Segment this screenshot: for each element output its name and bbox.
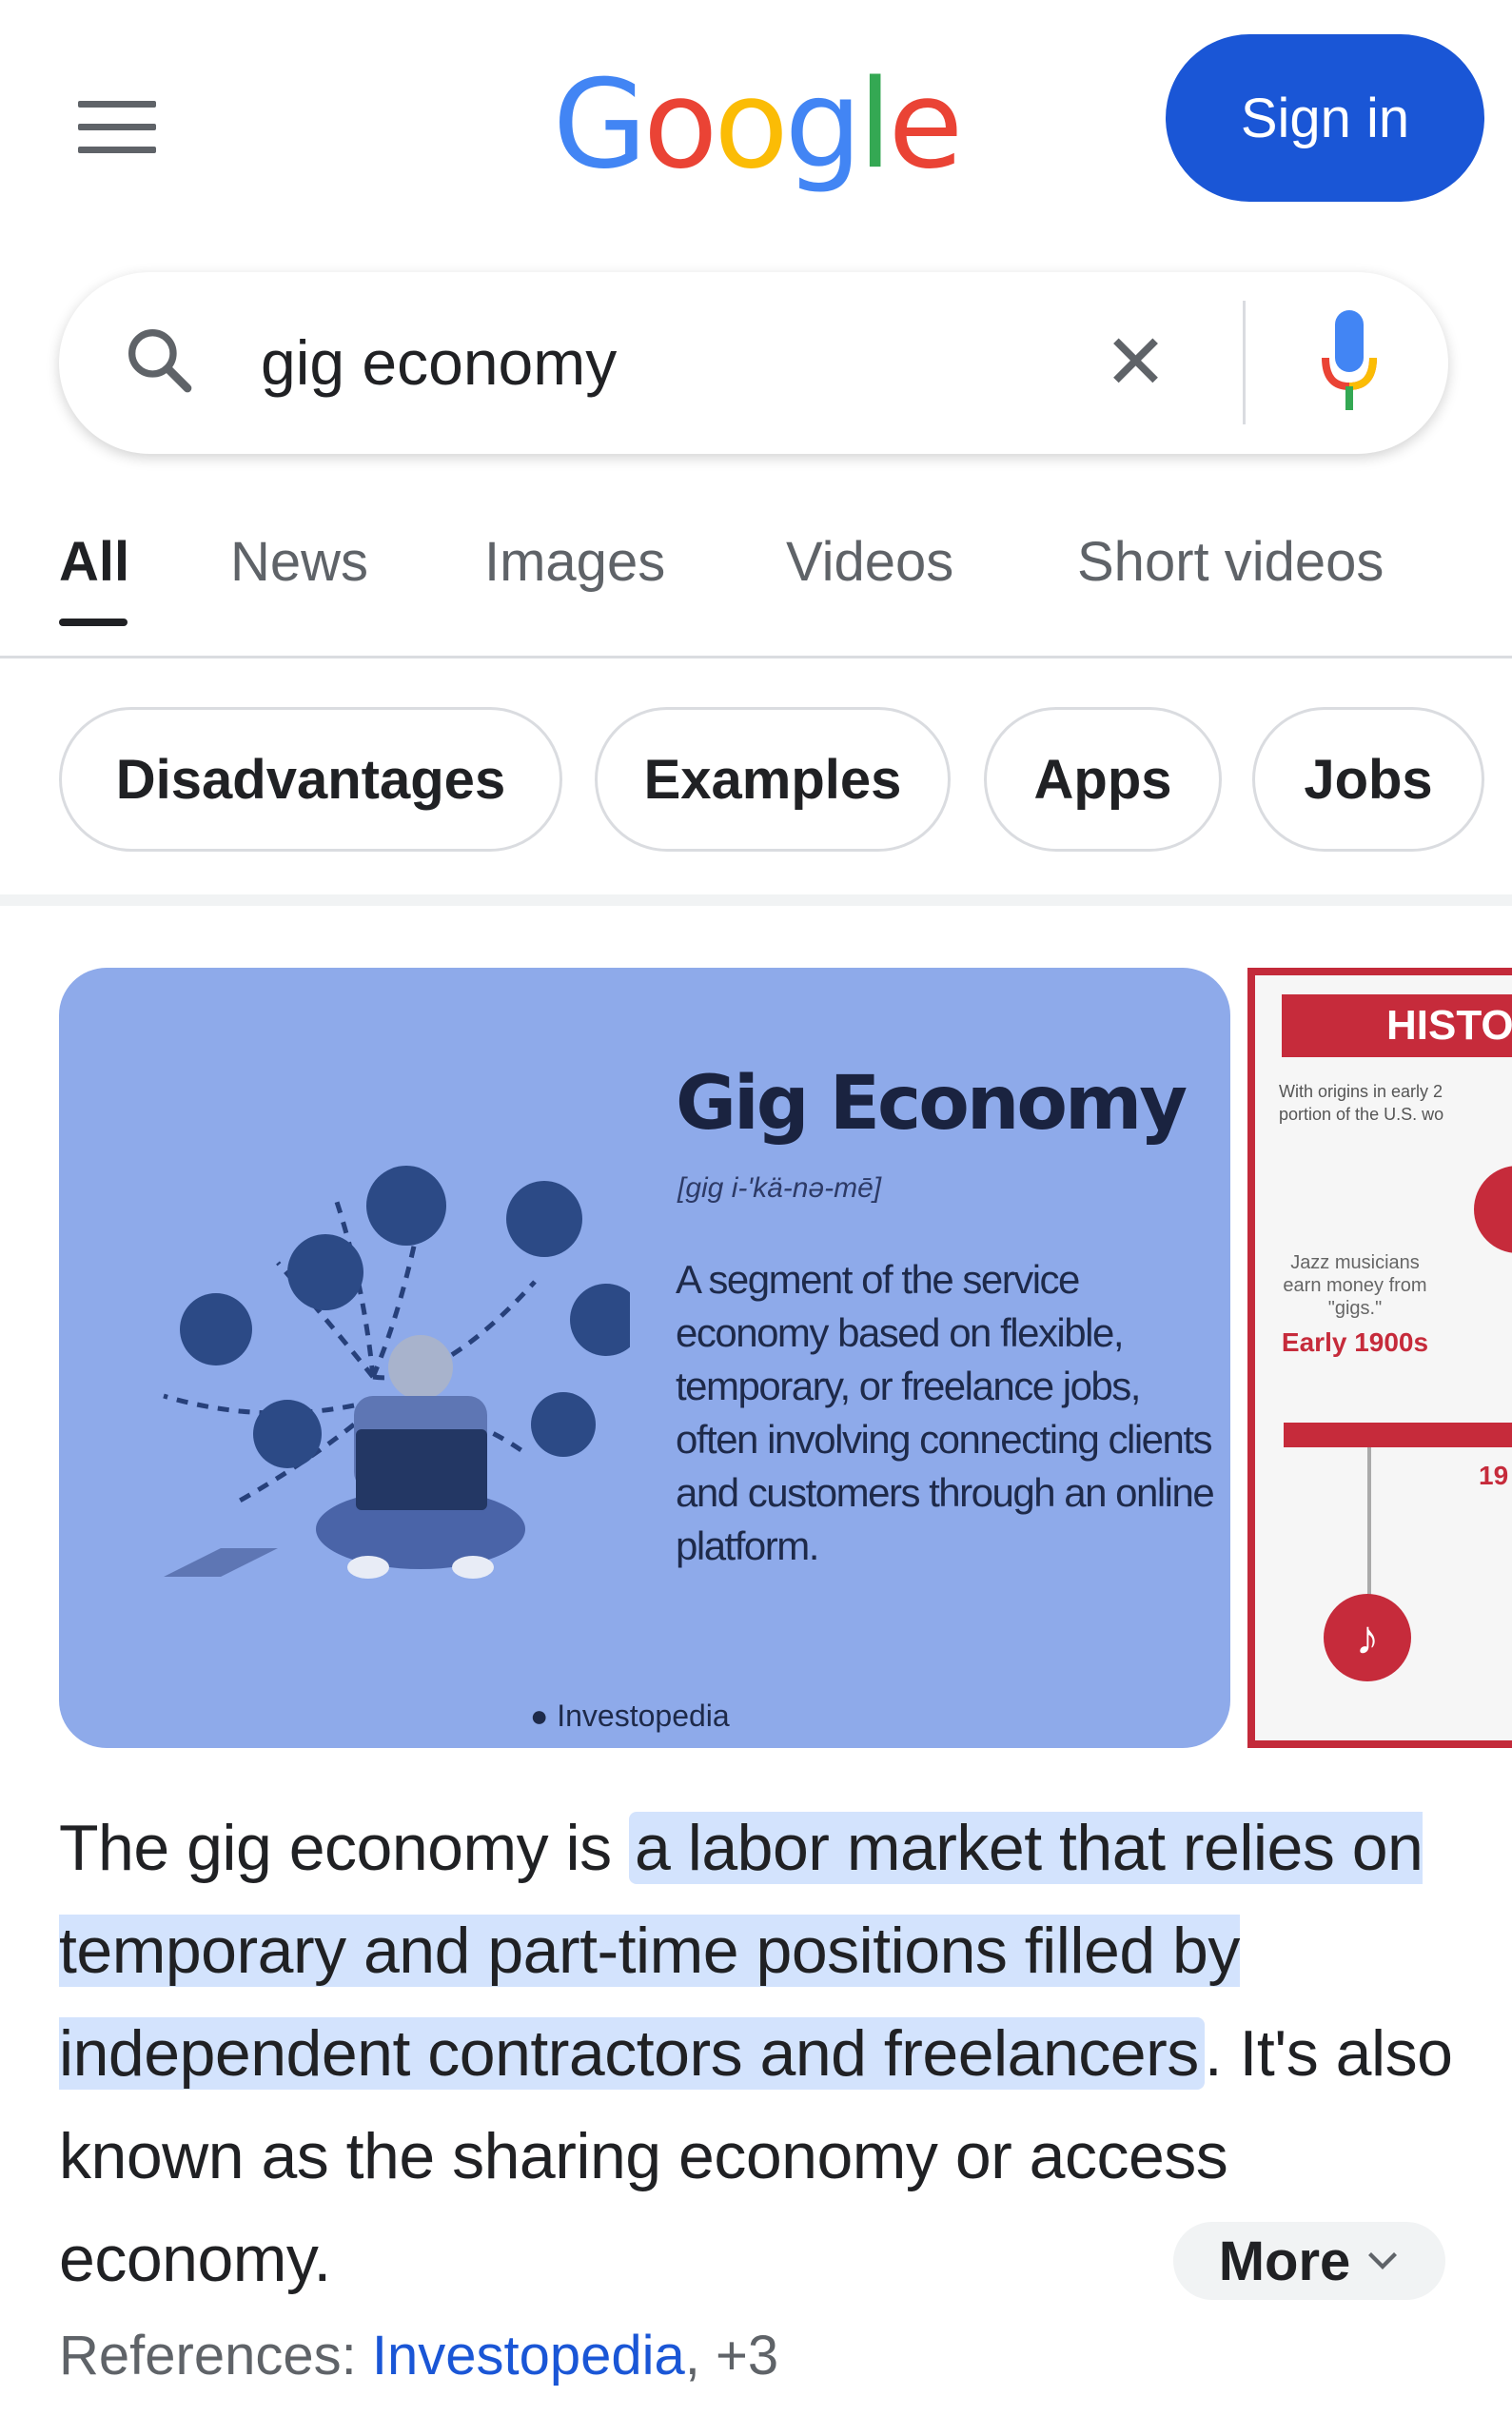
- search-icon[interactable]: [121, 322, 197, 398]
- section-divider: [0, 894, 1512, 906]
- close-icon[interactable]: ✕: [1104, 320, 1168, 405]
- image-source: ● Investopedia: [530, 1699, 730, 1733]
- active-tab-indicator: [59, 619, 128, 626]
- infographic-era: Early 1900s: [1281, 1327, 1429, 1357]
- infographic-heading: HISTO: [1282, 994, 1512, 1057]
- freelancer-illustration: [163, 1166, 630, 1579]
- tab-videos[interactable]: Videos: [786, 528, 953, 597]
- image-history-infographic[interactable]: HISTO With origins in early 2 portion of …: [1247, 968, 1512, 1748]
- microphone-icon[interactable]: [1321, 310, 1378, 415]
- reference-link-investopedia[interactable]: Investopedia: [372, 2325, 685, 2387]
- more-references[interactable]: , +3: [685, 2325, 778, 2387]
- infographic-caption: Jazz musicians earn money from "gigs.": [1283, 1252, 1427, 1319]
- more-button[interactable]: More: [1173, 2222, 1445, 2300]
- timeline-bar: [1284, 1423, 1512, 1447]
- search-input[interactable]: gig economy: [261, 320, 617, 405]
- tab-news[interactable]: News: [230, 528, 368, 597]
- chip-jobs[interactable]: Jobs: [1252, 707, 1484, 852]
- person-icon: [1474, 1166, 1512, 1253]
- chevron-down-icon: [1368, 2252, 1398, 2269]
- divider: [0, 656, 1512, 658]
- tab-short-videos[interactable]: Short videos: [1077, 528, 1384, 597]
- sign-in-button[interactable]: Sign in: [1166, 34, 1484, 202]
- saxophone-icon: ♪: [1324, 1594, 1411, 1681]
- divider: [1243, 301, 1246, 424]
- chip-examples[interactable]: Examples: [595, 707, 951, 852]
- tab-images[interactable]: Images: [484, 528, 665, 597]
- image-gig-economy[interactable]: Gig Economy [gig i-'kä-nə-mē] A segment …: [59, 968, 1230, 1748]
- infographic-year: 19: [1479, 1461, 1509, 1490]
- image-definition: A segment of the service economy based o…: [676, 1257, 1215, 1568]
- infographic-subtitle: With origins in early 2 portion of the U.…: [1279, 1082, 1444, 1124]
- image-title: Gig Economy: [676, 1061, 1188, 1147]
- timeline-connector: [1367, 1447, 1371, 1600]
- references: References: Investopedia, +3: [59, 2325, 779, 2387]
- tab-all[interactable]: All: [59, 528, 129, 597]
- search-box[interactable]: gig economy ✕: [59, 272, 1448, 454]
- chip-apps[interactable]: Apps: [984, 707, 1222, 852]
- chip-disadvantages[interactable]: Disadvantages: [59, 707, 562, 852]
- image-pronunciation: [gig i-'kä-nə-mē]: [677, 1172, 882, 1204]
